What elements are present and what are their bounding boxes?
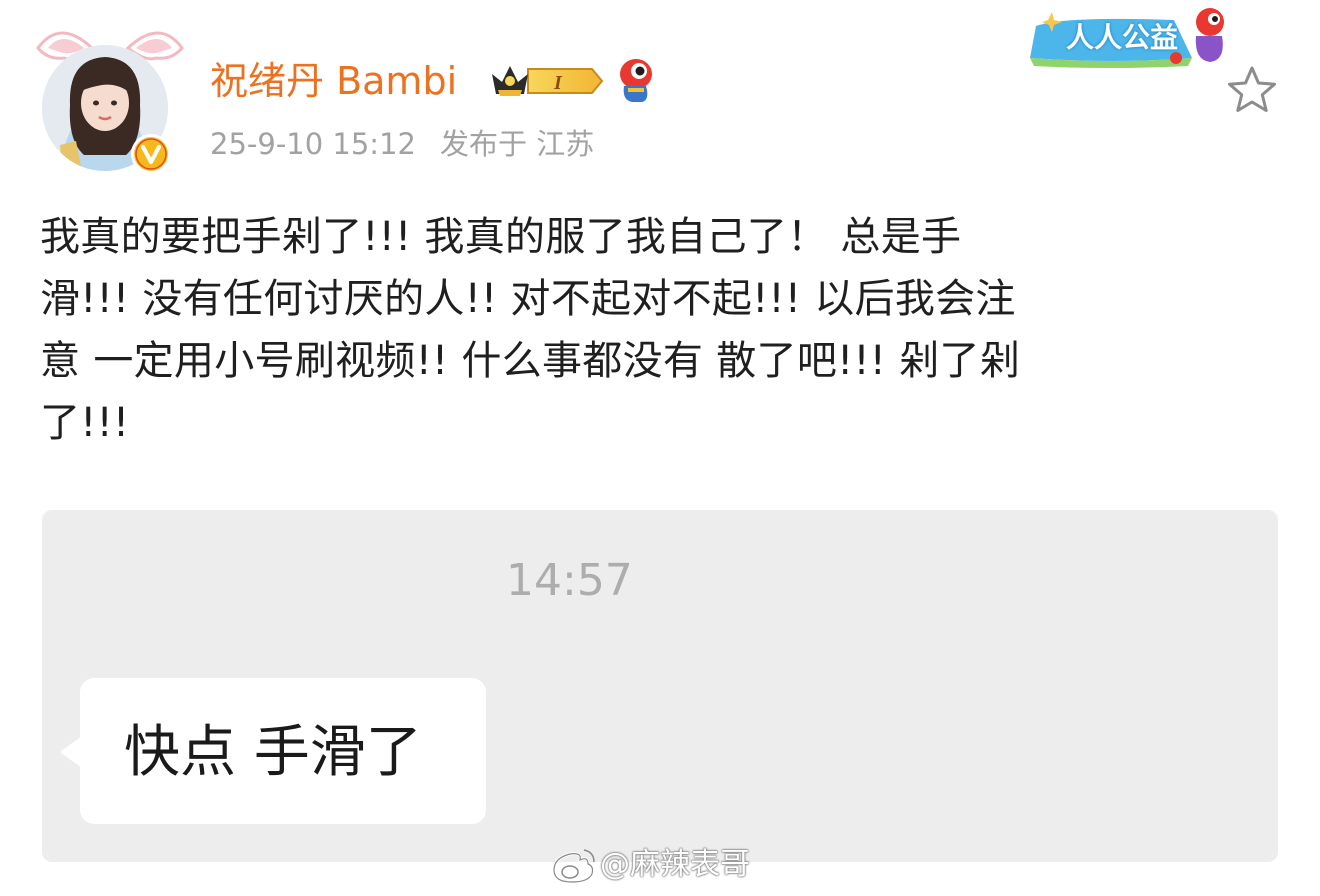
post-time: 25-9-10 15:12	[210, 127, 416, 161]
post-location: 发布于 江苏	[439, 127, 595, 161]
mascot-icon[interactable]	[614, 56, 658, 104]
level-badge-text: I	[553, 72, 563, 94]
chat-timestamp: 14:57	[506, 555, 633, 606]
post-meta: 25-9-10 15:12 发布于 江苏	[210, 124, 594, 164]
post-text-line: 了!!!	[40, 400, 130, 446]
message-bubble-tail	[60, 736, 82, 768]
post-text-line: 滑!!! 没有任何讨厌的人!! 对不起对不起!!! 以后我会注	[40, 276, 1016, 322]
post-body: 我真的要把手剁了!!! 我真的服了我自己了！ 总是手 滑!!! 没有任何讨厌的人…	[40, 206, 1290, 454]
watermark-text: @麻辣表哥	[600, 847, 750, 882]
author-name[interactable]: 祝绪丹 Bambi	[210, 56, 457, 106]
weibo-logo-icon	[552, 849, 595, 884]
post-text-line: 意 一定用小号刷视频!! 什么事都没有 散了吧!!! 剁了剁	[40, 338, 1021, 384]
post-text-line: 我真的要把手剁了!!! 我真的服了我自己了！ 总是手	[40, 214, 962, 260]
star-icon[interactable]	[1226, 64, 1278, 116]
crown-badge-icon[interactable]: I	[488, 60, 604, 102]
message-text: 快点 手滑了	[124, 720, 422, 785]
avatar-frame[interactable]	[30, 18, 190, 178]
charity-label[interactable]: 人人公益	[1066, 18, 1178, 58]
verified-v-icon	[131, 134, 171, 174]
